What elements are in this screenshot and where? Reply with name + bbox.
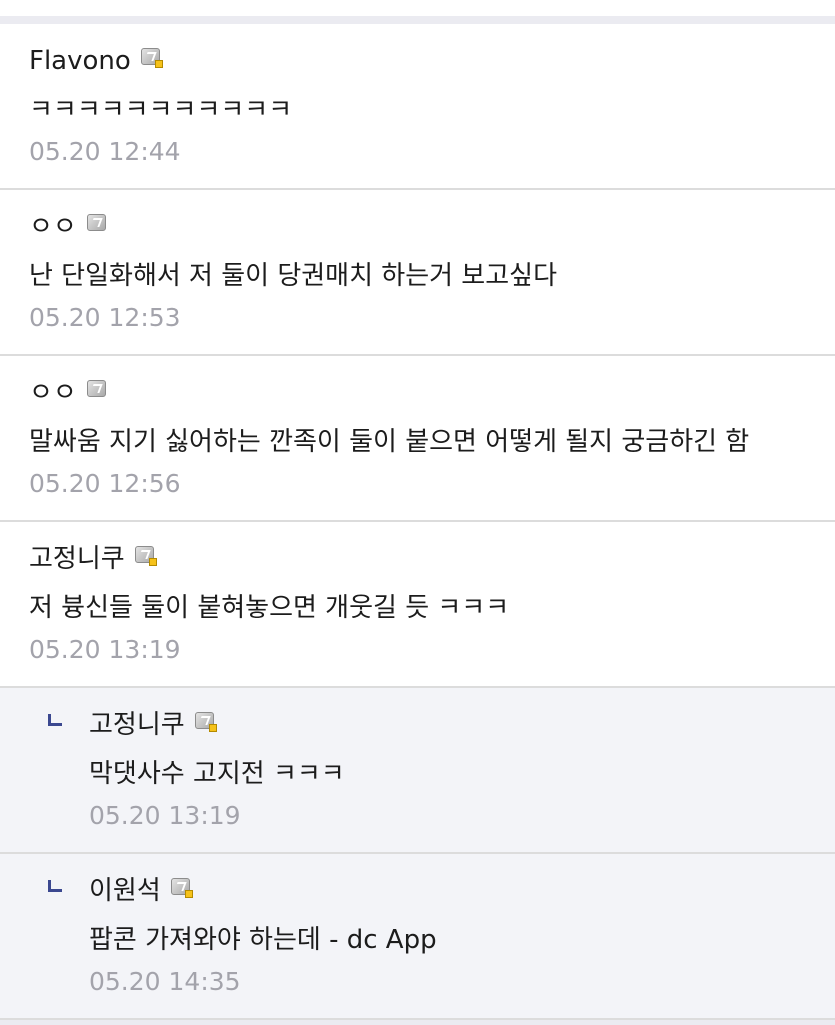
comment-header: ㅇㅇ	[29, 210, 835, 244]
fixed-nick-icon	[170, 878, 193, 898]
top-divider	[0, 0, 835, 24]
comment-text: 저 븅신들 둘이 붙혀놓으면 개웃길 듯 ㅋㅋㅋ	[29, 593, 510, 623]
floating-nick-icon	[86, 214, 109, 234]
reply-arrow-icon	[48, 714, 62, 726]
comment-nickname[interactable]: ㅇㅇ	[29, 210, 77, 244]
comment-item[interactable]: ㅇㅇ 난 단일화해서 저 둘이 당권매치 하는거 보고싶다 05.20 12:5…	[0, 190, 835, 356]
comment-header: Flavono	[29, 44, 835, 78]
comment-time: 05.20 13:19	[29, 635, 181, 664]
comment-time: 05.20 12:44	[29, 137, 181, 166]
comment-time: 05.20 12:53	[29, 303, 181, 332]
bottom-divider	[0, 1020, 835, 1025]
comment-header: ㅇㅇ	[29, 376, 835, 410]
comment-nickname[interactable]: 고정니쿠	[29, 542, 125, 576]
comment-time: 05.20 13:19	[89, 801, 241, 830]
fixed-nick-icon	[140, 48, 163, 68]
comment-item[interactable]: ㅇㅇ 말싸움 지기 싫어하는 깐족이 둘이 붙으면 어떻게 될지 궁금하긴 함 …	[0, 356, 835, 522]
comment-text: 난 단일화해서 저 둘이 당권매치 하는거 보고싶다	[29, 261, 557, 291]
comment-item[interactable]: 고정니쿠 저 븅신들 둘이 붙혀놓으면 개웃길 듯 ㅋㅋㅋ 05.20 13:1…	[0, 522, 835, 688]
comment-nickname[interactable]: ㅇㅇ	[29, 376, 77, 410]
comment-text: 말싸움 지기 싫어하는 깐족이 둘이 붙으면 어떻게 될지 궁금하긴 함	[29, 427, 750, 457]
comment-text: ㅋㅋㅋㅋㅋㅋㅋㅋㅋㅋㅋ	[29, 95, 293, 125]
fixed-nick-icon	[134, 546, 157, 566]
comment-nickname[interactable]: Flavono	[29, 44, 131, 78]
floating-nick-icon	[86, 380, 109, 400]
comment-nickname[interactable]: 고정니쿠	[89, 708, 185, 742]
reply-item[interactable]: 이원석 팝콘 가져와야 하는데 - dc App 05.20 14:35	[0, 854, 835, 1020]
comment-header: 고정니쿠	[29, 542, 835, 576]
reply-item[interactable]: 고정니쿠 막댓사수 고지전 ㅋㅋㅋ 05.20 13:19	[0, 688, 835, 854]
comment-time: 05.20 14:35	[89, 967, 241, 996]
comment-list: Flavono ㅋㅋㅋㅋㅋㅋㅋㅋㅋㅋㅋ 05.20 12:44 ㅇㅇ 난 단일화…	[0, 24, 835, 1020]
comment-text: 막댓사수 고지전 ㅋㅋㅋ	[89, 759, 345, 789]
comment-header: 고정니쿠	[89, 708, 835, 742]
comment-text: 팝콘 가져와야 하는데 - dc App	[89, 925, 437, 955]
comment-nickname[interactable]: 이원석	[89, 874, 161, 908]
comment-header: 이원석	[89, 874, 835, 908]
comment-item[interactable]: Flavono ㅋㅋㅋㅋㅋㅋㅋㅋㅋㅋㅋ 05.20 12:44	[0, 24, 835, 190]
comment-time: 05.20 12:56	[29, 469, 181, 498]
reply-arrow-icon	[48, 880, 62, 892]
fixed-nick-icon	[194, 712, 217, 732]
